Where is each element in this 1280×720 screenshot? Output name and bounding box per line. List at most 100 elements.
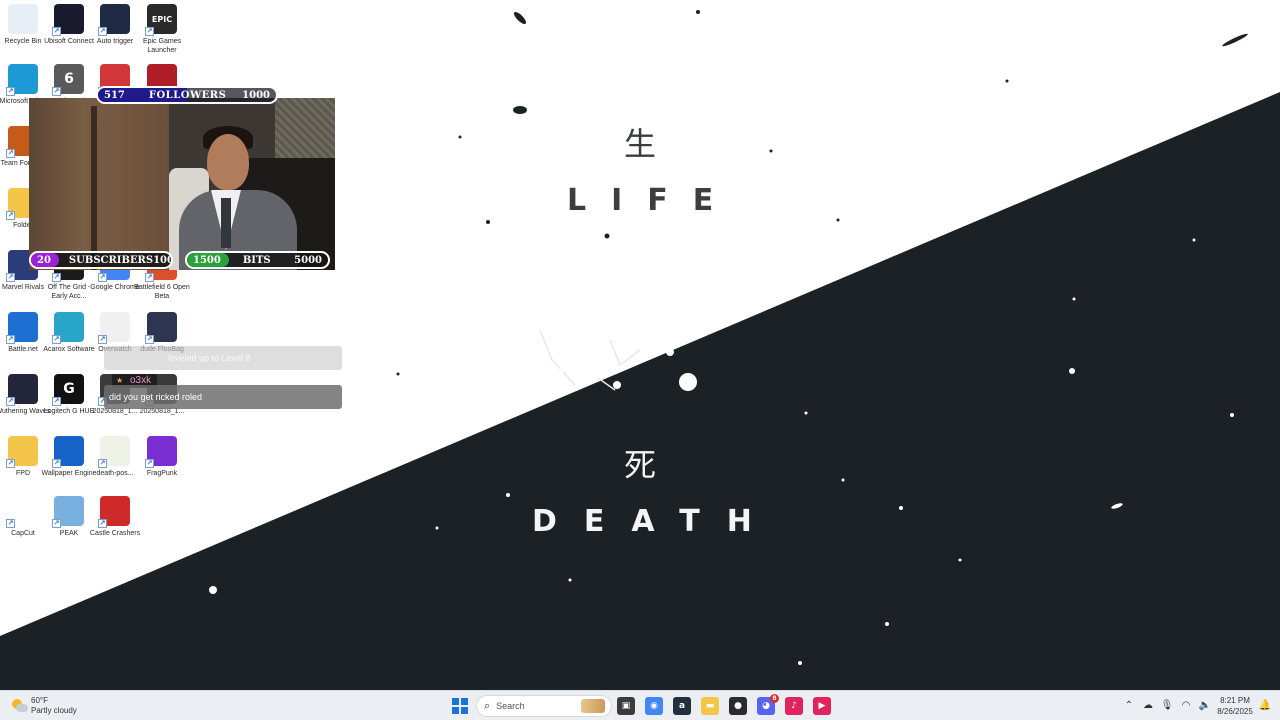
weather-text: 60°F Partly cloudy [31, 696, 77, 716]
webcam-person-face [207, 134, 249, 190]
desktop-icon-label: Battlefield 6 Open Beta [134, 284, 190, 300]
shortcut-arrow-icon: ↗ [6, 519, 15, 528]
obs-icon: ● [734, 701, 742, 711]
webcam-person-tie [221, 198, 231, 248]
followers-current: 517 [104, 89, 125, 101]
partly-cloudy-icon [12, 698, 28, 714]
desktop-icon[interactable]: ↗ FragPunk [139, 436, 185, 478]
speaker-icon[interactable]: 🔈 [1198, 699, 1212, 713]
shortcut-arrow-icon: ↗ [52, 87, 61, 96]
shortcut-arrow-icon: ↗ [52, 27, 61, 36]
weather-description: Partly cloudy [31, 706, 77, 715]
shortcut-arrow-icon: ↗ [145, 273, 154, 282]
followers-goal-bar: 517 FOLLOWERS 1000 [96, 86, 278, 104]
death-kanji: 死 [624, 446, 657, 484]
fragpunk-icon: ↗ [145, 436, 177, 468]
life-kanji: 生 [624, 125, 657, 163]
search-highlight-image [581, 699, 605, 713]
rainbow-six-icon: 6 ↗ [52, 64, 84, 96]
microphone-icon[interactable]: 🎙 [1160, 699, 1174, 713]
wuthering-waves-icon: ↗ [6, 374, 38, 406]
death-word: DEATH [532, 504, 779, 539]
media-player-icon: ▶ [818, 701, 826, 711]
shortcut-arrow-icon: ↗ [98, 335, 107, 344]
life-word: LIFE [567, 183, 739, 218]
recycle-bin-icon [8, 4, 38, 34]
shortcut-arrow-icon: ↗ [6, 459, 15, 468]
subscribers-current: 20 [37, 254, 51, 266]
followers-target: 1000 [242, 89, 270, 101]
acarox-icon: ↗ [52, 312, 84, 344]
amazon-icon: a [678, 701, 686, 711]
castle-crashers-icon: ↗ [98, 496, 130, 528]
webcam-door [29, 98, 169, 270]
webcam-feed [29, 98, 335, 270]
discord-icon: ◕ [762, 701, 770, 711]
taskbar-app-discord[interactable]: ◕ 8 [757, 694, 779, 715]
weather-widget[interactable]: 60°F Partly cloudy [12, 695, 77, 717]
shortcut-arrow-icon: ↗ [6, 335, 15, 344]
start-button[interactable] [452, 698, 468, 714]
ubisoft-icon: ↗ [52, 4, 84, 36]
shortcut-arrow-icon: ↗ [52, 397, 61, 406]
logitech-icon: G ↗ [52, 374, 84, 406]
desktop-icon-label: FragPunk [146, 470, 178, 477]
bits-target: 5000 [294, 254, 322, 266]
subscribers-goal-bar: 20 SUBSCRIBERS 100 [29, 251, 173, 269]
epic-games-icon: EPIC ↗ [145, 4, 177, 36]
webcam-door-frame [91, 106, 97, 270]
shortcut-arrow-icon: ↗ [6, 397, 15, 406]
image-file-icon: ↗ [98, 436, 130, 468]
desktop-icon-label: Castle Crashers [89, 530, 141, 537]
chrome-icon: ◉ [650, 701, 658, 711]
shortcut-arrow-icon: ↗ [6, 273, 15, 282]
chat-message-box: leveled up to Level 8 [104, 346, 342, 370]
clock-time: 8:21 PM [1220, 696, 1250, 705]
bits-label: BITS [242, 254, 271, 266]
taskbar-app-amazon[interactable]: a [673, 697, 691, 715]
chat-message-text: did you get ricked roled [109, 392, 203, 402]
notification-bell-icon[interactable]: 🔔 [1258, 699, 1272, 713]
taskbar-app-obs[interactable]: ● [729, 697, 747, 715]
shortcut-arrow-icon: ↗ [52, 459, 61, 468]
folder-icon: ↗ [6, 436, 38, 468]
network-icon[interactable]: ☁ [1141, 699, 1155, 713]
taskbar-search[interactable]: ⌕ Search [476, 695, 612, 717]
shortcut-arrow-icon: ↗ [6, 87, 15, 96]
shortcut-arrow-icon: ↗ [52, 519, 61, 528]
search-icon: ⌕ [484, 699, 491, 712]
followers-label: FOLLOWERS [148, 89, 227, 101]
wifi-icon[interactable]: ◠ [1179, 699, 1193, 713]
battlenet-icon: ↗ [6, 312, 38, 344]
desktop-icon[interactable]: EPIC ↗ Epic Games Launcher [139, 4, 185, 55]
auto-trigger-icon: ↗ [98, 4, 130, 36]
taskbar-app-task-view[interactable]: ▣ [617, 697, 635, 715]
task-view-icon: ▣ [621, 701, 631, 711]
capcut-icon: ↗ [6, 496, 38, 528]
taskbar-app-chrome[interactable]: ◉ [645, 697, 663, 715]
edge-icon: ↗ [6, 64, 38, 96]
wallpaper-engine-icon: ↗ [52, 436, 84, 468]
shortcut-arrow-icon: ↗ [98, 459, 107, 468]
chevron-up-icon[interactable]: ⌃ [1122, 699, 1136, 713]
taskbar: 60°F Partly cloudy ⌕ Search ▣ ◉ a ▬ ● ◕ 8 ♪ ▶ ⌃ … [0, 690, 1280, 720]
chat-message-text: leveled up to Level 8 [168, 353, 251, 363]
system-tray: ⌃ ☁ 🎙 ◠ 🔈 [1122, 699, 1217, 713]
desktop-icon[interactable]: ↗ Castle Crashers [90, 496, 140, 538]
tiktok-icon: ♪ [791, 701, 797, 711]
taskbar-clock[interactable]: 8:21 PM 8/26/2025 [1212, 695, 1258, 717]
bits-goal-bar: 1500 BITS 5000 [185, 251, 330, 269]
taskbar-app-file-explorer[interactable]: ▬ [701, 697, 719, 715]
subscribers-target: 100 [153, 254, 173, 266]
shortcut-arrow-icon: ↗ [6, 211, 15, 220]
taskbar-app-tiktok[interactable]: ♪ [785, 697, 803, 715]
search-placeholder: Search [496, 701, 525, 711]
chat-badge-icon: ★ [116, 376, 124, 385]
shortcut-arrow-icon: ↗ [98, 273, 107, 282]
shortcut-arrow-icon: ↗ [52, 335, 61, 344]
weather-temperature: 60°F [31, 696, 48, 705]
peak-icon: ↗ [52, 496, 84, 528]
shortcut-arrow-icon: ↗ [6, 149, 15, 158]
file-explorer-icon: ▬ [705, 701, 715, 711]
taskbar-app-media-player[interactable]: ▶ [813, 697, 831, 715]
